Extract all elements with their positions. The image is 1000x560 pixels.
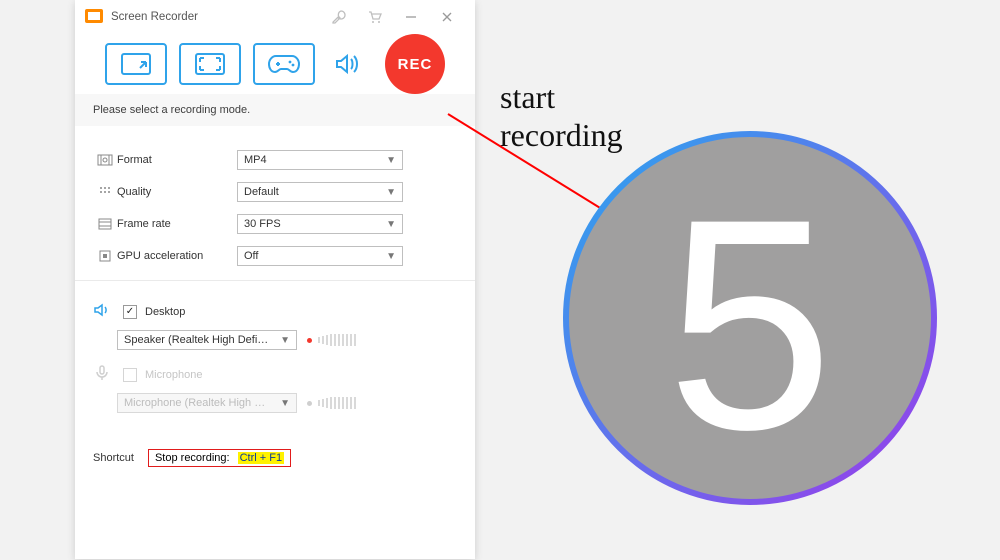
setting-frame-rate: Frame rate 30 FPS ▼ xyxy=(93,214,457,234)
close-button[interactable] xyxy=(429,0,465,34)
mode-game-icon[interactable] xyxy=(253,43,315,85)
setting-quality: Quality Default ▼ xyxy=(93,182,457,202)
format-icon xyxy=(93,152,117,168)
mic-device-value: Microphone (Realtek High … xyxy=(124,397,265,409)
desktop-device-row: Speaker (Realtek High Defi… ▼ xyxy=(93,330,457,350)
setting-format: Format MP4 ▼ xyxy=(93,150,457,170)
mic-checkbox[interactable] xyxy=(123,368,137,382)
mic-meter xyxy=(307,397,397,409)
format-value: MP4 xyxy=(244,154,267,166)
chevron-down-icon: ▼ xyxy=(386,251,396,262)
mode-audio-icon[interactable] xyxy=(327,43,367,85)
hint-text: Please select a recording mode. xyxy=(75,94,475,126)
audio-panel: ✓ Desktop Speaker (Realtek High Defi… ▼ … xyxy=(75,281,475,435)
desktop-meter xyxy=(307,334,397,346)
mic-device-select[interactable]: Microphone (Realtek High … ▼ xyxy=(117,393,297,413)
key-icon[interactable] xyxy=(321,0,357,34)
frame-rate-select[interactable]: 30 FPS ▼ xyxy=(237,214,403,234)
shortcut-keys: Ctrl + F1 xyxy=(238,452,284,464)
chevron-down-icon: ▼ xyxy=(386,219,396,230)
mic-label: Microphone xyxy=(145,369,202,381)
gpu-label: GPU acceleration xyxy=(117,250,237,262)
mic-device-row: Microphone (Realtek High … ▼ xyxy=(93,393,457,413)
mic-audio-row: Microphone xyxy=(93,364,457,385)
frame-rate-label: Frame rate xyxy=(117,218,237,230)
annotation-line1: start xyxy=(500,78,623,116)
desktop-label: Desktop xyxy=(145,306,185,318)
chevron-down-icon: ▼ xyxy=(386,155,396,166)
speaker-icon xyxy=(93,301,111,322)
record-button[interactable]: REC xyxy=(385,34,445,94)
shortcut-label: Shortcut xyxy=(93,452,134,464)
countdown-number: 5 xyxy=(667,156,834,492)
desktop-audio-row: ✓ Desktop xyxy=(93,301,457,322)
chevron-down-icon: ▼ xyxy=(280,398,290,409)
frame-rate-icon xyxy=(93,216,117,232)
gpu-value: Off xyxy=(244,250,258,262)
countdown-overlay: 5 xyxy=(560,128,940,508)
shortcut-box: Stop recording: Ctrl + F1 xyxy=(148,449,291,467)
desktop-checkbox[interactable]: ✓ xyxy=(123,305,137,319)
desktop-device-value: Speaker (Realtek High Defi… xyxy=(124,334,268,346)
cart-icon[interactable] xyxy=(357,0,393,34)
microphone-icon xyxy=(93,364,111,385)
quality-select[interactable]: Default ▼ xyxy=(237,182,403,202)
chevron-down-icon: ▼ xyxy=(386,187,396,198)
app-logo-icon xyxy=(85,9,103,26)
minimize-button[interactable] xyxy=(393,0,429,34)
mode-fullscreen-icon[interactable] xyxy=(179,43,241,85)
quality-icon xyxy=(93,184,117,200)
shortcut-row: Shortcut Stop recording: Ctrl + F1 xyxy=(75,435,475,477)
gpu-icon xyxy=(93,248,117,264)
app-title: Screen Recorder xyxy=(111,11,198,23)
gpu-select[interactable]: Off ▼ xyxy=(237,246,403,266)
quality-value: Default xyxy=(244,186,279,198)
mode-region-icon[interactable] xyxy=(105,43,167,85)
mode-toolbar: REC xyxy=(75,34,475,94)
settings-panel: Format MP4 ▼ Quality Default ▼ Frame rat… xyxy=(75,126,475,281)
record-button-label: REC xyxy=(398,56,433,73)
desktop-device-select[interactable]: Speaker (Realtek High Defi… ▼ xyxy=(117,330,297,350)
frame-rate-value: 30 FPS xyxy=(244,218,281,230)
format-select[interactable]: MP4 ▼ xyxy=(237,150,403,170)
shortcut-action: Stop recording: xyxy=(155,452,230,464)
format-label: Format xyxy=(117,154,237,166)
quality-label: Quality xyxy=(117,186,237,198)
setting-gpu: GPU acceleration Off ▼ xyxy=(93,246,457,266)
chevron-down-icon: ▼ xyxy=(280,335,290,346)
app-window: Screen Recorder REC Please select a reco… xyxy=(75,0,475,559)
title-bar: Screen Recorder xyxy=(75,0,475,34)
